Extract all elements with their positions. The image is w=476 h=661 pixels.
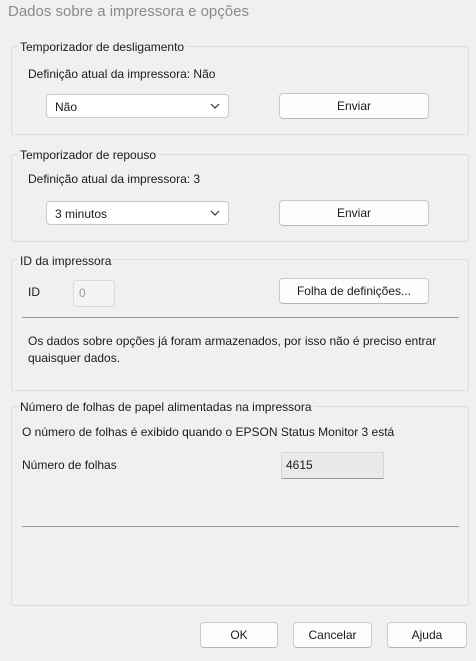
sheet-count-divider [22, 526, 459, 527]
sleep-timer-dropdown[interactable]: 3 minutos [46, 201, 229, 225]
power-off-timer-dropdown[interactable]: Não [46, 94, 229, 118]
cancel-button[interactable]: Cancelar [293, 622, 372, 648]
sheet-count-legend: Número de folhas de papel alimentadas na… [18, 400, 314, 414]
power-off-send-button[interactable]: Enviar [279, 93, 429, 119]
sleep-current-setting: Definição atual da impressora: 3 [28, 172, 201, 186]
printer-id-legend: ID da impressora [18, 254, 114, 268]
printer-id-label: ID [28, 285, 40, 299]
settings-sheet-button[interactable]: Folha de definições... [279, 278, 429, 304]
chevron-down-icon [210, 210, 220, 216]
power-off-timer-legend: Temporizador de desligamento [18, 40, 187, 54]
printer-id-info-text: Os dados sobre opções já foram armazenad… [28, 334, 437, 365]
sheet-count-label: Número de folhas [22, 458, 117, 472]
printer-id-divider [22, 317, 459, 318]
power-off-timer-group [11, 46, 469, 135]
sheet-count-field: 4615 [281, 452, 384, 479]
sheet-count-info-text: O número de folhas é exibido quando o EP… [22, 425, 395, 439]
chevron-down-icon [210, 103, 220, 109]
power-off-current-setting: Definição atual da impressora: Não [28, 67, 216, 81]
window-title: Dados sobre a impressora e opções [8, 3, 249, 20]
printer-id-field: 0 [73, 280, 115, 307]
sleep-timer-group [11, 154, 469, 242]
printer-id-value: 0 [79, 286, 86, 300]
help-button[interactable]: Ajuda [387, 622, 467, 648]
power-off-timer-selected-value: Não [55, 100, 78, 114]
sleep-send-button[interactable]: Enviar [279, 200, 429, 226]
sleep-timer-selected-value: 3 minutos [55, 207, 108, 221]
sleep-timer-legend: Temporizador de repouso [18, 148, 159, 162]
sheet-count-value: 4615 [286, 458, 313, 472]
ok-button[interactable]: OK [200, 622, 278, 648]
